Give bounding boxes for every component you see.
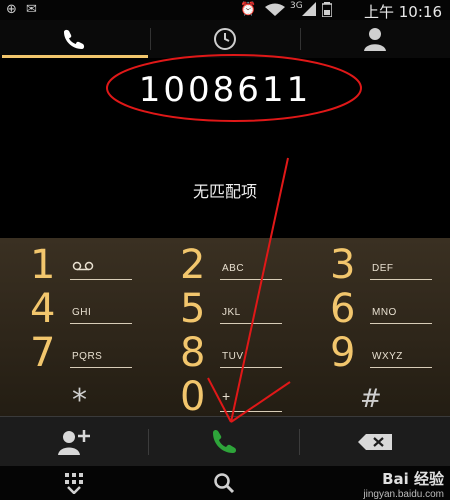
key-digit: 7 — [30, 330, 56, 376]
key-letters: GHI — [72, 307, 92, 318]
key-letters: WXYZ — [372, 351, 403, 362]
tab-phone[interactable] — [0, 20, 150, 58]
search-icon — [214, 473, 235, 494]
key-letters: JKL — [222, 307, 241, 318]
call-icon — [213, 429, 237, 453]
key-5[interactable]: 5 JKL — [150, 286, 300, 331]
key-letters: MNO — [372, 307, 397, 318]
key-letters: ABC — [222, 263, 245, 274]
phone-icon — [64, 29, 85, 49]
clock-icon — [214, 28, 236, 50]
dialer-tabs — [0, 20, 450, 58]
key-8[interactable]: 8 TUV — [150, 330, 300, 375]
key-letters: DEF — [372, 263, 394, 274]
key-1[interactable]: 1 — [0, 242, 150, 287]
key-digit: 9 — [330, 330, 356, 376]
watermark-url: jingyan.baidu.com — [363, 489, 444, 500]
key-6[interactable]: 6 MNO — [300, 286, 450, 331]
key-0[interactable]: 0 + — [150, 374, 300, 419]
key-digit: 4 — [30, 286, 56, 332]
key-star[interactable]: * — [0, 374, 150, 419]
key-letters: + — [222, 388, 231, 404]
alarm-icon: ⏰ — [240, 2, 257, 17]
dialpad-toggle-button[interactable] — [0, 466, 148, 500]
key-digit: 1 — [30, 242, 56, 288]
key-digit: 6 — [330, 286, 356, 332]
key-letters: PQRS — [72, 351, 103, 362]
key-3[interactable]: 3 DEF — [300, 242, 450, 287]
no-match-label: 无匹配项 — [192, 182, 257, 201]
tab-contacts[interactable] — [300, 20, 450, 58]
bottom-nav-bar: Bai 经验 jingyan.baidu.com — [0, 466, 450, 500]
key-digit: 8 — [180, 330, 206, 376]
backspace-icon — [358, 434, 392, 450]
battery-icon — [321, 2, 333, 21]
add-contact-icon — [58, 430, 90, 455]
key-digit: # — [360, 384, 382, 414]
key-digit: 0 — [180, 374, 206, 420]
key-digit: 3 — [330, 242, 356, 288]
key-hash[interactable]: # — [300, 374, 450, 419]
key-digit: 2 — [180, 242, 206, 288]
number-display: 1008611 无匹配项 — [0, 58, 450, 238]
voicemail-icon — [72, 261, 94, 271]
network-type-label: 3G — [290, 1, 303, 11]
key-7[interactable]: 7 PQRS — [0, 330, 150, 375]
key-9[interactable]: 9 WXYZ — [300, 330, 450, 375]
delete-button[interactable] — [300, 417, 450, 467]
dialer-action-bar — [0, 416, 450, 466]
dialpad-icon — [65, 473, 83, 494]
watermark-main: Bai 经验 — [382, 470, 444, 488]
wifi-icon — [264, 2, 286, 20]
status-bar: ⊕ ✉ ⏰ 3G 上午 10:16 — [0, 0, 450, 21]
status-time: 上午 10:16 — [364, 3, 442, 21]
dialed-number[interactable]: 1008611 — [0, 70, 450, 110]
dial-keypad: 1 2 ABC 3 DEF 4 GHI 5 JKL 6 MNO 7 PQRS 8… — [0, 238, 450, 419]
search-button[interactable] — [150, 466, 298, 500]
add-notification-icon: ⊕ — [6, 2, 17, 17]
person-icon — [364, 28, 386, 51]
add-contact-button[interactable] — [0, 417, 148, 467]
key-digit: 5 — [180, 286, 206, 332]
signal-icon — [302, 2, 316, 20]
mail-icon: ✉ — [26, 2, 37, 17]
key-letters: TUV — [222, 351, 244, 362]
tab-recent[interactable] — [150, 20, 300, 58]
baidu-watermark: Bai 经验 jingyan.baidu.com — [363, 468, 444, 500]
key-2[interactable]: 2 ABC — [150, 242, 300, 287]
call-button[interactable] — [149, 417, 299, 467]
key-4[interactable]: 4 GHI — [0, 286, 150, 331]
